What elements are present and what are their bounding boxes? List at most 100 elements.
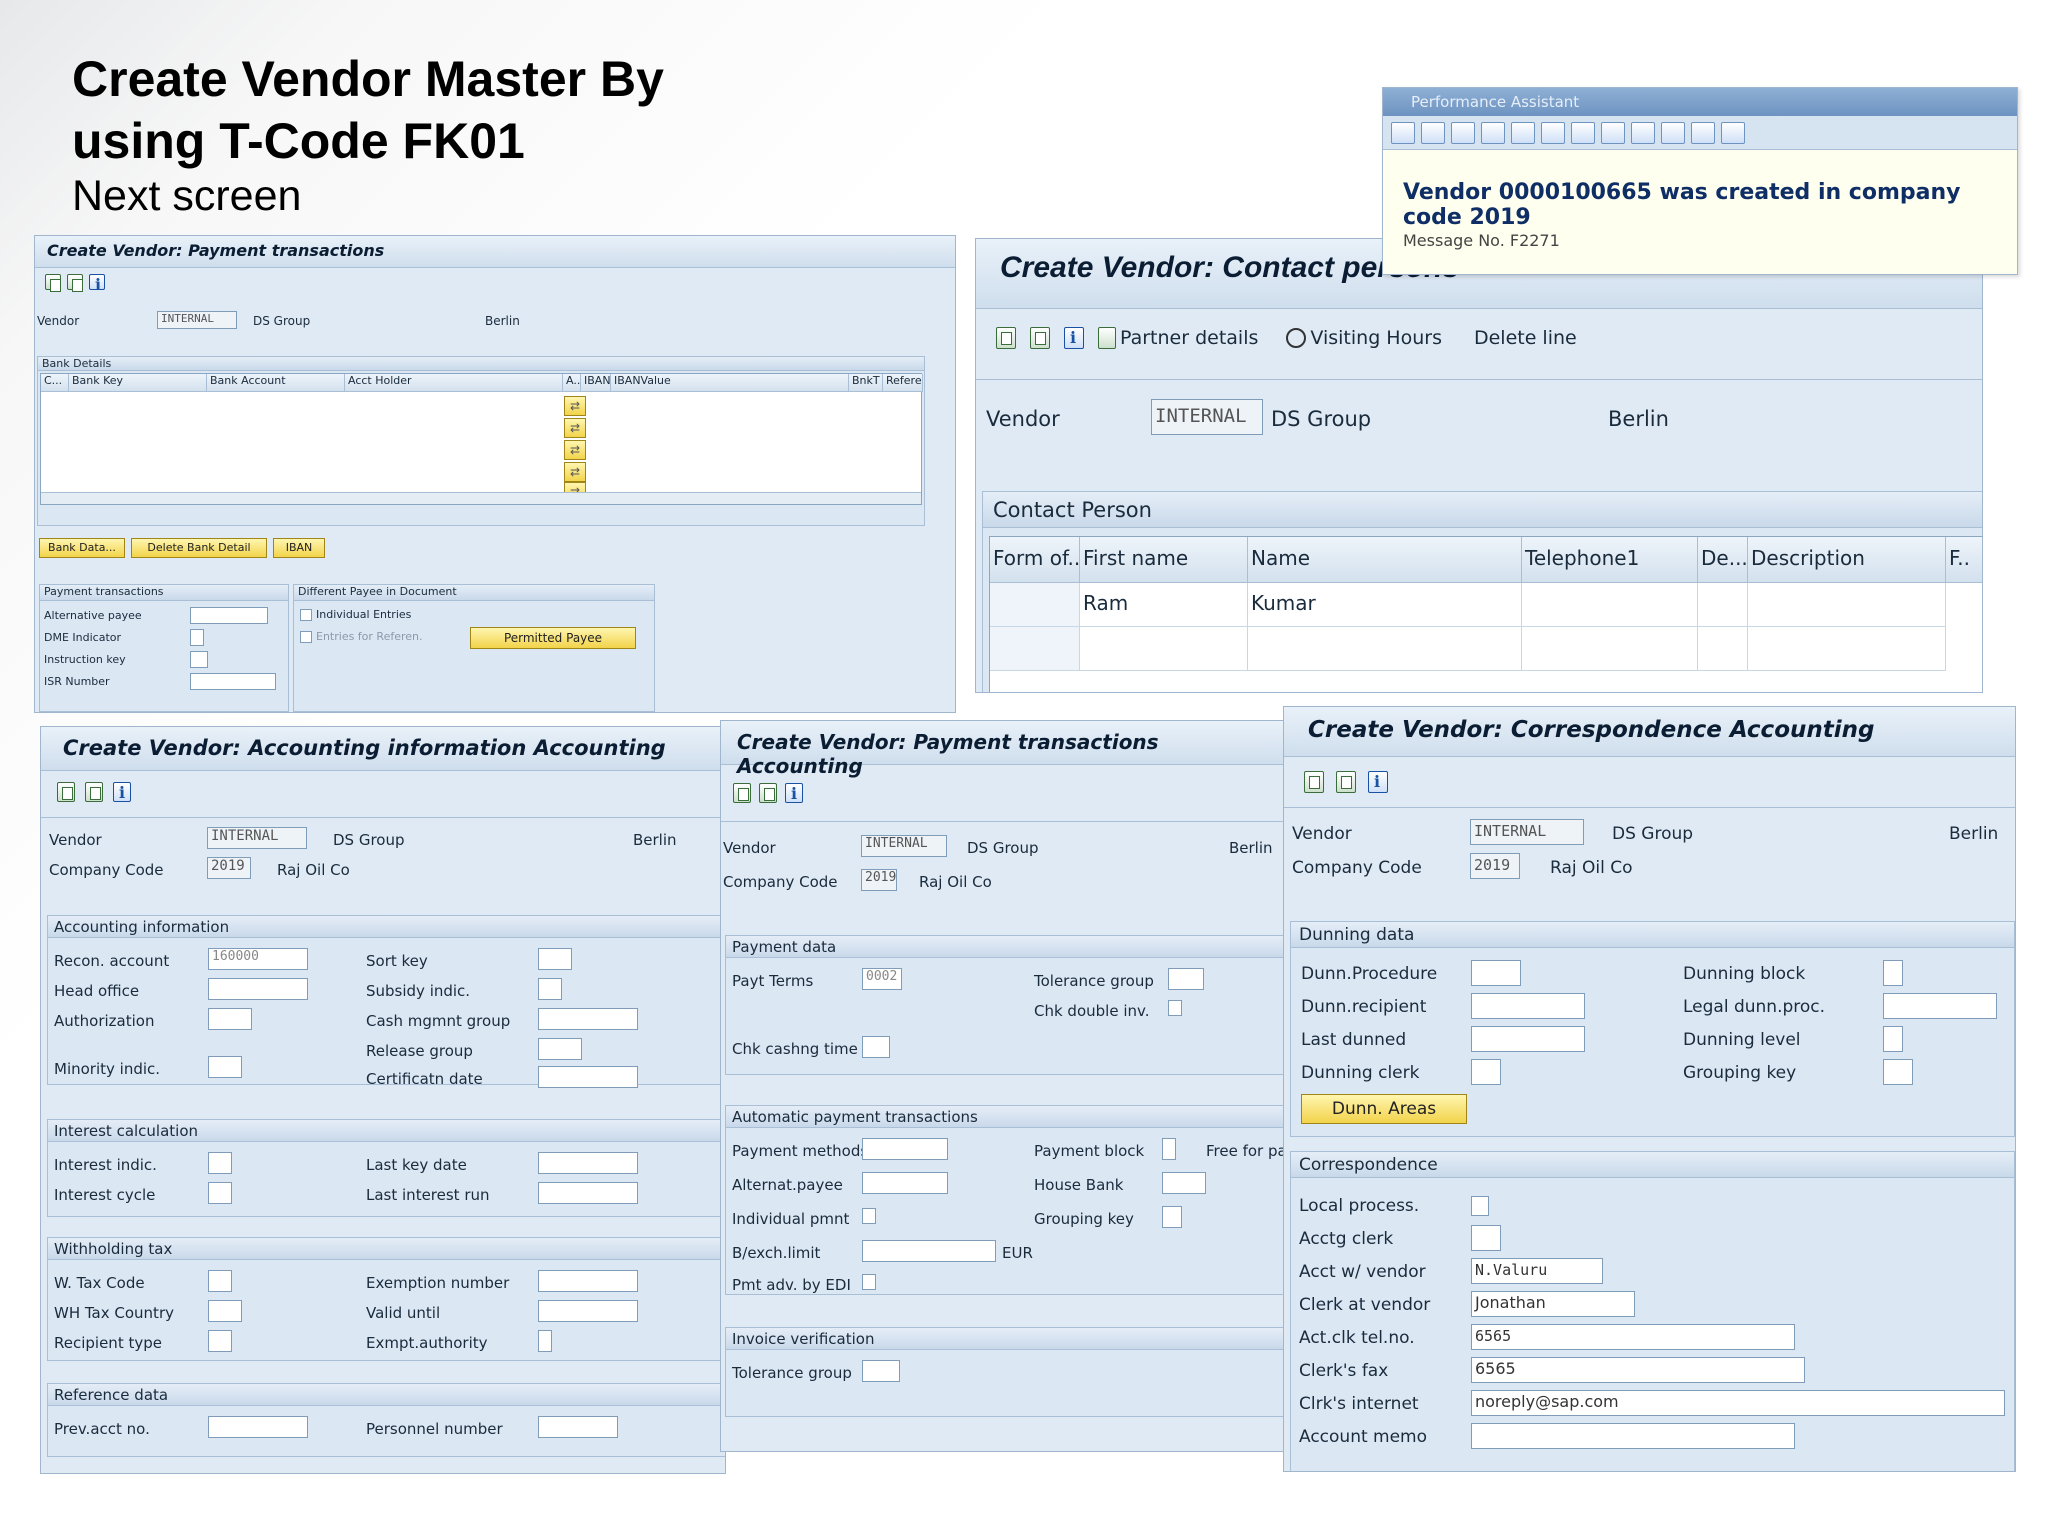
company-code-field[interactable]: 2019 xyxy=(1470,853,1520,879)
recipient-type-field[interactable] xyxy=(208,1330,232,1352)
table-row-cell-de[interactable] xyxy=(1698,583,1748,627)
edit-icon[interactable] xyxy=(1541,122,1565,144)
valid-until-field[interactable] xyxy=(538,1300,638,1322)
head-office-field[interactable] xyxy=(208,978,308,1000)
table-row-cell-first-name[interactable]: Ram xyxy=(1080,583,1248,627)
individual-pmnt-checkbox[interactable] xyxy=(862,1208,876,1224)
tolerance-group-invoice-field[interactable] xyxy=(862,1360,900,1382)
house-bank-field[interactable] xyxy=(1162,1172,1206,1194)
back-icon[interactable] xyxy=(57,782,75,802)
company-code-field[interactable]: 2019 xyxy=(207,857,251,879)
legal-dunn-proc-field[interactable] xyxy=(1883,993,1997,1019)
help-icon[interactable] xyxy=(1511,122,1535,144)
bank-data-button[interactable]: Bank Data... xyxy=(39,538,125,558)
company-code-field[interactable]: 2019 xyxy=(861,869,897,891)
dunning-clerk-field[interactable] xyxy=(1471,1059,1501,1085)
personnel-number-field[interactable] xyxy=(538,1416,618,1438)
entries-for-referen-checkbox[interactable] xyxy=(300,631,312,643)
dunn-recipient-field[interactable] xyxy=(1471,993,1585,1019)
next-screen-icon[interactable] xyxy=(1030,327,1050,349)
table-row-cell-telephone[interactable] xyxy=(1522,583,1698,627)
alternative-payee-field[interactable] xyxy=(190,607,268,624)
w-tax-code-field[interactable] xyxy=(208,1270,232,1292)
dunn-procedure-field[interactable] xyxy=(1471,960,1521,986)
exemption-number-field[interactable] xyxy=(538,1270,638,1292)
print-icon[interactable] xyxy=(1691,122,1715,144)
table-row-empty-de[interactable] xyxy=(1698,627,1748,671)
back-icon[interactable] xyxy=(1304,771,1324,793)
payment-block-field[interactable] xyxy=(1162,1138,1176,1160)
table-row-empty-first[interactable] xyxy=(1080,627,1248,671)
vendor-field[interactable]: INTERNAL xyxy=(157,311,237,329)
clerk-at-vendor-field[interactable]: Jonathan xyxy=(1471,1291,1635,1317)
dunning-level-field[interactable] xyxy=(1883,1026,1903,1052)
horizontal-scrollbar[interactable] xyxy=(41,492,921,504)
close-icon[interactable] xyxy=(1721,122,1745,144)
partner-details-button[interactable]: Partner details xyxy=(1098,327,1258,349)
iban-button[interactable]: IBAN xyxy=(273,538,325,558)
release-group-field[interactable] xyxy=(538,1038,582,1060)
table-row-empty-name[interactable] xyxy=(1248,627,1522,671)
back-icon[interactable] xyxy=(996,327,1016,349)
table-row-cell-name[interactable]: Kumar xyxy=(1248,583,1522,627)
exmpt-authority-field[interactable] xyxy=(538,1330,552,1352)
table-row-cell-description[interactable] xyxy=(1748,583,1946,627)
vendor-field[interactable]: INTERNAL xyxy=(861,835,947,857)
iban-button-row3[interactable]: ⇄ xyxy=(564,440,586,460)
back-icon[interactable] xyxy=(733,783,751,803)
prev-acct-no-field[interactable] xyxy=(208,1416,308,1438)
bookmark-icon[interactable] xyxy=(1571,122,1595,144)
notes-icon[interactable] xyxy=(1631,122,1655,144)
delete-line-button[interactable]: Delete line xyxy=(1474,327,1577,349)
visiting-hours-button[interactable]: Visiting Hours xyxy=(1286,327,1442,349)
instruction-key-field[interactable] xyxy=(190,651,208,668)
wh-tax-country-field[interactable] xyxy=(208,1300,242,1322)
last-key-date-field[interactable] xyxy=(538,1152,638,1174)
tolerance-group-field[interactable] xyxy=(1168,968,1204,990)
clerks-fax-field[interactable]: 6565 xyxy=(1471,1357,1805,1383)
iban-button-row1[interactable]: ⇄ xyxy=(564,396,586,416)
sap-library-icon[interactable] xyxy=(1481,122,1505,144)
act-clk-tel-field[interactable]: 6565 xyxy=(1471,1324,1795,1350)
sort-key-field[interactable] xyxy=(538,948,572,970)
clrks-internet-field[interactable]: noreply@sap.com xyxy=(1471,1390,2005,1416)
grouping-key-field[interactable] xyxy=(1162,1206,1182,1228)
pmt-adv-edi-checkbox[interactable] xyxy=(862,1274,876,1290)
vendor-field[interactable]: INTERNAL xyxy=(1151,399,1263,435)
grouping-key-field[interactable] xyxy=(1883,1059,1913,1085)
acct-w-vendor-field[interactable]: N.Valuru xyxy=(1471,1258,1603,1284)
table-row-empty-desc[interactable] xyxy=(1748,627,1946,671)
last-interest-run-field[interactable] xyxy=(538,1182,638,1204)
payt-terms-field[interactable]: 0002 xyxy=(862,968,902,990)
iban-button-row4[interactable]: ⇄ xyxy=(564,462,586,482)
back-icon[interactable] xyxy=(1391,122,1415,144)
vendor-field[interactable]: INTERNAL xyxy=(1470,819,1584,845)
authorization-field[interactable] xyxy=(208,1008,252,1030)
delete-bank-detail-button[interactable]: Delete Bank Detail xyxy=(131,538,267,558)
table-row-empty-form[interactable] xyxy=(990,627,1080,671)
bexch-limit-field[interactable] xyxy=(862,1240,996,1262)
account-memo-field[interactable] xyxy=(1471,1423,1795,1449)
dunning-block-field[interactable] xyxy=(1883,960,1903,986)
certificatn-date-field[interactable] xyxy=(538,1066,638,1088)
next-screen-icon[interactable] xyxy=(67,274,83,292)
next-screen-icon[interactable] xyxy=(1336,771,1356,793)
individual-entries-checkbox[interactable] xyxy=(300,609,312,621)
interest-indic-field[interactable] xyxy=(208,1152,232,1174)
info-icon[interactable] xyxy=(785,783,803,803)
cash-mgmnt-group-field[interactable] xyxy=(538,1008,638,1030)
subsidy-indic-field[interactable] xyxy=(538,978,562,1000)
next-screen-icon[interactable] xyxy=(85,782,103,802)
payment-methods-field[interactable] xyxy=(862,1138,948,1160)
forward-icon[interactable] xyxy=(1421,122,1445,144)
dunn-areas-button[interactable]: Dunn. Areas xyxy=(1301,1094,1467,1124)
info-icon[interactable] xyxy=(1368,771,1388,793)
settings-icon[interactable] xyxy=(1661,122,1685,144)
info-icon[interactable] xyxy=(1064,327,1084,349)
back-icon[interactable] xyxy=(45,274,61,292)
next-screen-icon[interactable] xyxy=(759,783,777,803)
isr-number-field[interactable] xyxy=(190,673,276,690)
info-icon[interactable] xyxy=(113,782,131,802)
info-icon[interactable] xyxy=(89,274,105,294)
iban-button-row2[interactable]: ⇄ xyxy=(564,418,586,438)
